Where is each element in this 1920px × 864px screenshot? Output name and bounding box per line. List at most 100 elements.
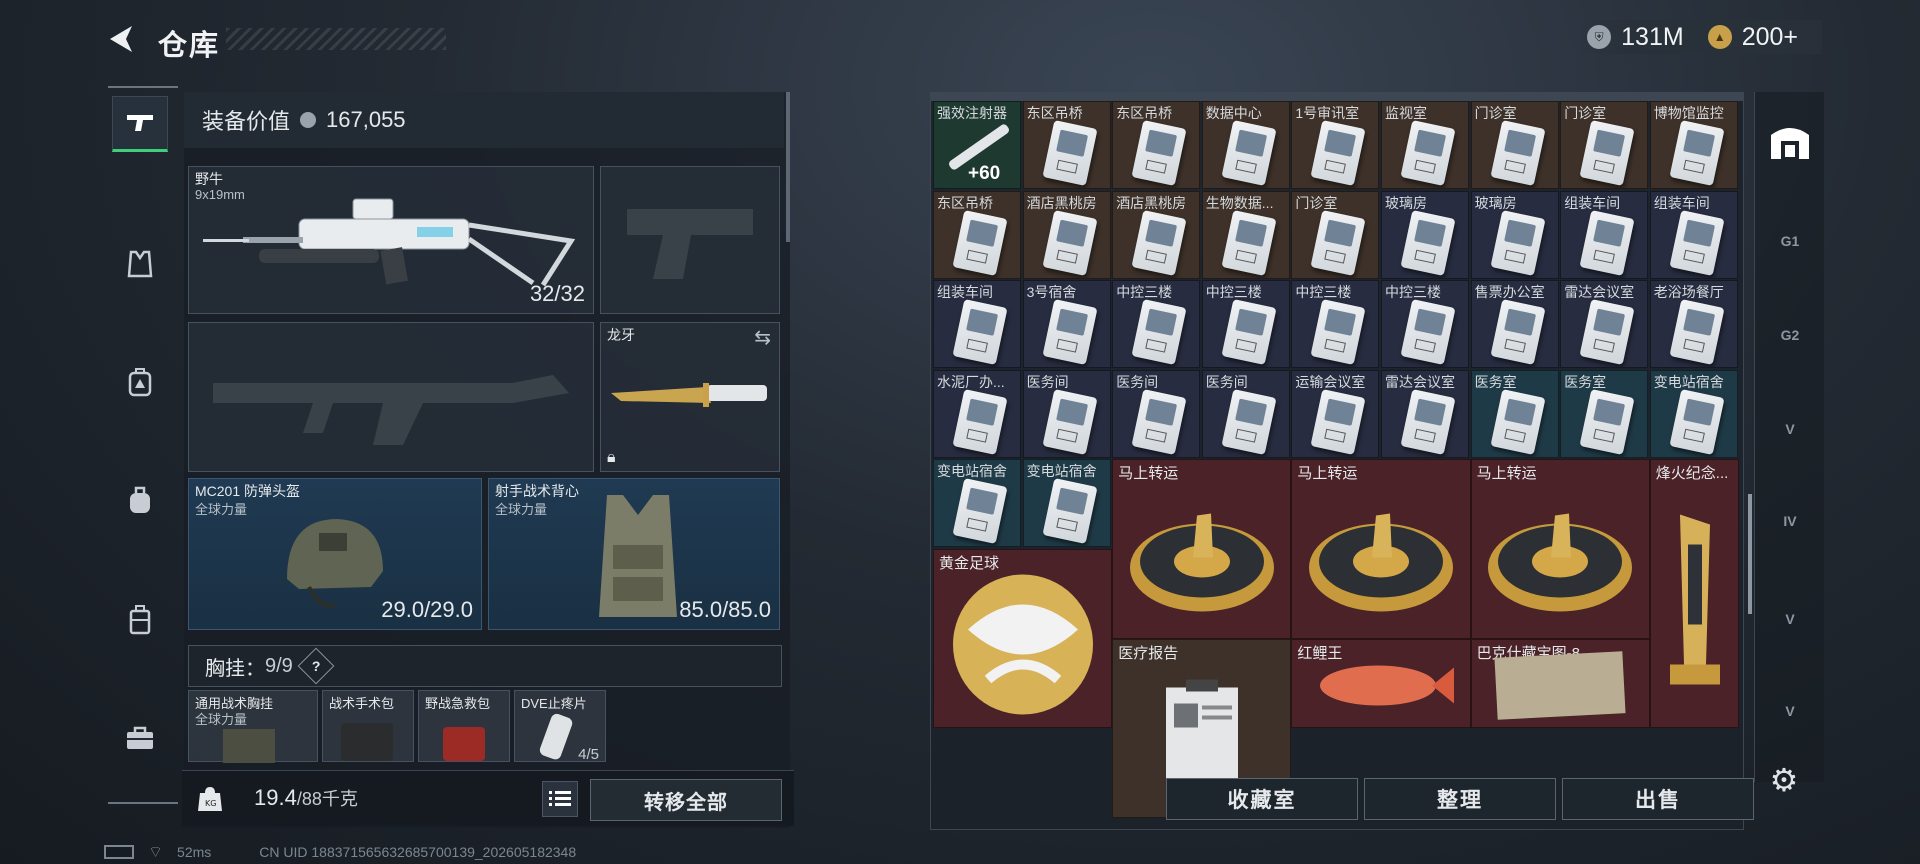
primary-weapon-slot[interactable]: 野牛 9x19mm 32/32 xyxy=(188,166,594,314)
luggage-icon[interactable] xyxy=(112,592,168,648)
inventory-cell[interactable]: 强效注射器 +60 xyxy=(933,101,1021,189)
keycard-image xyxy=(1490,120,1546,186)
inventory-cell[interactable]: 门诊室 xyxy=(1291,190,1380,279)
inventory-cell[interactable]: 中控三楼 xyxy=(1381,280,1469,369)
inventory-cell[interactable]: 门诊室 xyxy=(1470,101,1559,189)
keycard-image xyxy=(1579,299,1635,366)
sell-button[interactable]: 出售 xyxy=(1562,778,1754,820)
weapon-ammo: 32/32 xyxy=(529,281,585,306)
item-label: 变电站宿舍 xyxy=(1026,463,1097,480)
item-label: 酒店黑桃房 xyxy=(1116,194,1187,211)
inventory-cell[interactable]: 酒店黑桃房 xyxy=(1112,190,1201,279)
left-scrollbar[interactable] xyxy=(786,92,790,242)
inventory-large-item[interactable]: 红鲤王 xyxy=(1291,638,1471,729)
list-view-button[interactable] xyxy=(542,781,578,817)
inventory-cell[interactable]: 雷达会议室 xyxy=(1381,369,1469,458)
inventory-cell[interactable]: 东区吊桥 xyxy=(1022,101,1111,189)
rig-image xyxy=(223,729,275,763)
silver-coin-icon: ⛨ xyxy=(1587,25,1612,49)
inventory-cell[interactable]: 水泥厂办... xyxy=(933,369,1021,458)
inventory-large-item[interactable]: 马上转运 xyxy=(1112,459,1292,639)
inventory-cell[interactable]: 玻璃房 xyxy=(1470,190,1559,279)
keycard-image xyxy=(1131,388,1187,455)
inventory-cell[interactable]: 酒店黑桃房 xyxy=(1022,190,1111,279)
help-icon[interactable]: ? xyxy=(297,647,335,685)
item-label: 马上转运 xyxy=(1476,465,1537,483)
transfer-all-button[interactable]: 转移全部 xyxy=(590,779,782,821)
v-icon[interactable]: V xyxy=(1765,686,1815,736)
currency-bar: ⛨ 131M ▲ 200+ xyxy=(1577,20,1822,54)
inventory-cell[interactable]: 门诊室 xyxy=(1560,101,1649,189)
inventory-cell[interactable]: 医务室 xyxy=(1560,369,1649,458)
pouch-first-aid[interactable]: 野战急救包 xyxy=(418,690,510,762)
pouch-painkiller[interactable]: DVE止疼片 4/5 xyxy=(514,690,606,763)
secondary-weapon-slot[interactable] xyxy=(600,166,780,314)
inventory-cell[interactable]: 东区吊桥 xyxy=(933,190,1021,279)
inventory-cell[interactable]: 雷达会议室 xyxy=(1560,280,1649,369)
g2-icon[interactable]: G2 xyxy=(1765,310,1815,360)
inventory-cell[interactable]: 玻璃房 xyxy=(1381,190,1469,279)
inventory-large-item[interactable]: 马上转运 xyxy=(1291,459,1471,639)
inventory-cell[interactable]: 中控三楼 xyxy=(1112,280,1201,369)
backpack-icon[interactable] xyxy=(112,472,168,528)
melee-slot[interactable]: 龙牙 ⇆ 🔒︎ xyxy=(600,322,780,472)
inventory-cell[interactable]: 3号宿舍 xyxy=(1022,280,1111,369)
inventory-cell[interactable]: 中控三楼 xyxy=(1201,280,1290,369)
inventory-cell[interactable]: 东区吊桥 xyxy=(1112,101,1201,189)
pistol-icon[interactable] xyxy=(112,96,168,152)
inventory-large-item[interactable]: 巴克什藏宝图-8 xyxy=(1470,638,1650,729)
weapon-name: 野牛 xyxy=(195,171,223,187)
inventory-cell[interactable]: 组装车间 xyxy=(933,280,1021,369)
inventory-cell[interactable]: 中控三楼 xyxy=(1291,280,1380,369)
collection-room-button[interactable]: 收藏室 xyxy=(1166,778,1358,820)
armor-vest-icon[interactable] xyxy=(112,236,168,292)
inventory-cell[interactable]: 运输会议室 xyxy=(1291,369,1380,458)
pouch-name: 野战急救包 xyxy=(425,696,491,711)
tertiary-weapon-slot[interactable] xyxy=(188,322,594,472)
inventory-cell[interactable]: 1号审讯室 xyxy=(1291,101,1380,189)
uid-text: CN UID 188371565632685700139_20260518234… xyxy=(259,844,577,860)
inventory-cell[interactable]: 组装车间 xyxy=(1649,190,1738,279)
title-decoration xyxy=(226,28,446,50)
item-label: 组装车间 xyxy=(1564,194,1621,211)
inventory-cell[interactable]: 博物馆监控 xyxy=(1649,101,1738,189)
inventory-cell[interactable]: 医务间 xyxy=(1201,369,1290,458)
inventory-cell[interactable]: 医务间 xyxy=(1112,369,1201,458)
inventory-large-item[interactable]: 烽火纪念... xyxy=(1649,459,1740,729)
inventory-cell[interactable]: 数据中心 xyxy=(1201,101,1290,189)
helmet-slot[interactable]: MC201 防弹头盔 全球力量 29.0/29.0 xyxy=(188,478,482,630)
inventory-cell[interactable]: 医务间 xyxy=(1022,369,1111,458)
inventory-cell[interactable]: 医务室 xyxy=(1470,369,1559,458)
backpack-badge-icon[interactable] xyxy=(112,354,168,410)
vest-slot[interactable]: 射手战术背心 全球力量 85.0/85.0 xyxy=(488,478,780,630)
inventory-cell[interactable]: 变电站宿舍 xyxy=(933,459,1021,548)
pistol-placeholder-icon xyxy=(627,209,753,279)
v-icon[interactable]: V xyxy=(1765,594,1815,644)
inventory-cell[interactable]: 监视室 xyxy=(1381,101,1469,189)
item-label: 中控三楼 xyxy=(1205,284,1262,301)
sort-button[interactable]: 整理 xyxy=(1364,778,1556,820)
inventory-cell[interactable]: 变电站宿舍 xyxy=(1649,369,1738,458)
pouch-rig[interactable]: 通用战术胸挂 全球力量 xyxy=(188,690,318,763)
item-label: 雷达会议室 xyxy=(1564,284,1635,301)
inventory-large-item[interactable]: 黄金足球 xyxy=(933,549,1113,729)
v-icon[interactable]: V xyxy=(1765,404,1815,454)
inventory-scrollbar[interactable] xyxy=(1748,494,1752,614)
warehouse-icon[interactable] xyxy=(1765,116,1815,166)
swap-arrows-icon[interactable]: ⇆ xyxy=(754,325,771,350)
inventory-cell[interactable]: 老浴场餐厅 xyxy=(1649,280,1738,369)
back-arrow-icon[interactable] xyxy=(104,22,138,56)
gear-icon[interactable]: ⚙ xyxy=(1764,760,1804,800)
inventory-cell[interactable]: 生物数据... xyxy=(1201,190,1290,279)
pouch-surgery-kit[interactable]: 战术手术包 xyxy=(322,690,414,762)
inventory-large-item[interactable]: 马上转运 xyxy=(1470,459,1650,639)
melee-name: 龙牙 xyxy=(607,327,635,343)
inventory-cell[interactable]: 售票办公室 xyxy=(1470,280,1559,369)
inventory-cell[interactable]: 组装车间 xyxy=(1560,190,1649,279)
keycard-image xyxy=(1579,388,1635,455)
inventory-cell[interactable]: 变电站宿舍 xyxy=(1022,459,1111,548)
g1-icon[interactable]: G1 xyxy=(1765,216,1815,266)
coin-image xyxy=(1127,495,1277,620)
iv-icon[interactable]: IV xyxy=(1765,496,1815,546)
toolbox-icon[interactable] xyxy=(112,710,168,766)
